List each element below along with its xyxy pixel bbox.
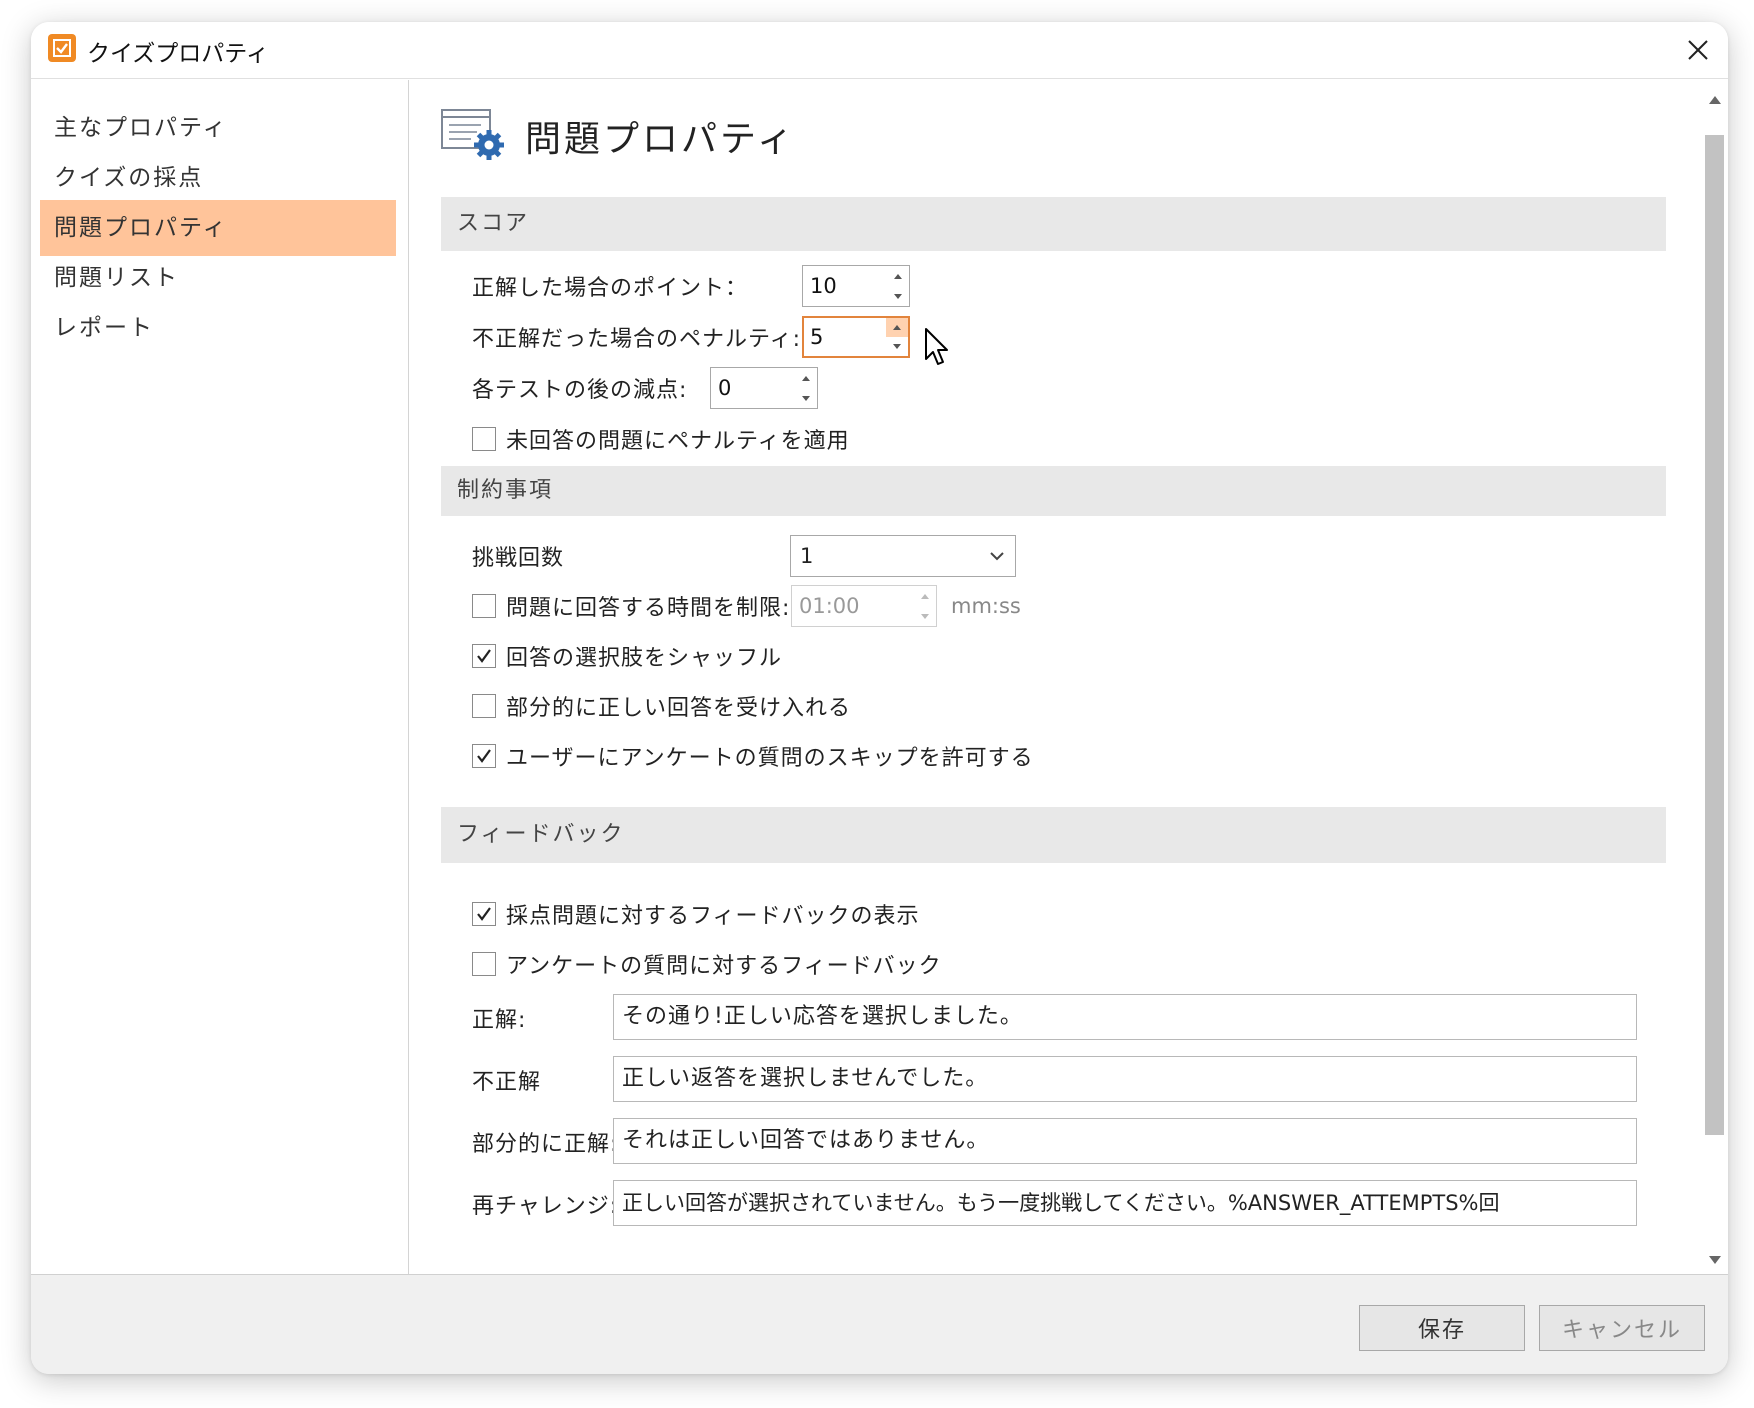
mouse-pointer-icon — [925, 328, 948, 365]
sidebar-item-question-properties[interactable]: 問題プロパティ — [40, 200, 396, 256]
shuffle-checkbox[interactable] — [472, 644, 496, 668]
page-title: 問題プロパティ — [525, 119, 796, 160]
skip-checkbox-row[interactable]: ユーザーにアンケートの質問のスキップを許可する — [472, 740, 1034, 772]
scroll-up-button[interactable] — [1707, 90, 1722, 110]
window-title: クイズプロパティ — [87, 41, 269, 67]
time-limit-value: 01:00 — [799, 594, 860, 618]
survey-feedback-label: アンケートの質問に対するフィードバック — [506, 954, 942, 979]
increment-button[interactable] — [795, 368, 817, 388]
correct-points-label: 正解した場合のポイント： — [472, 276, 749, 301]
question-properties-icon — [441, 109, 504, 160]
correct-points-value: 10 — [810, 274, 837, 298]
scroll-down-icon — [1708, 1256, 1721, 1264]
correct-points-stepper[interactable]: 10 — [802, 265, 910, 307]
scroll-thumb[interactable] — [1705, 135, 1724, 1135]
chevron-down-icon — [990, 552, 1004, 561]
show-graded-checkbox-row[interactable]: 採点問題に対するフィードバックの表示 — [472, 898, 920, 930]
section-header-restrictions: 制約事項 — [441, 466, 1666, 516]
increment-button[interactable] — [886, 318, 908, 337]
increment-button[interactable] — [887, 266, 909, 286]
sidebar-item-report[interactable]: レポート — [40, 300, 396, 356]
close-button[interactable] — [1676, 28, 1720, 72]
arrow-up-icon — [893, 325, 901, 330]
correct-feedback-label: 正解: — [472, 1008, 527, 1033]
retry-feedback-label: 再チャレンジ: — [472, 1194, 619, 1219]
deduction-value: 0 — [718, 376, 732, 400]
arrow-up-icon — [894, 273, 902, 279]
time-unit-label: mm:ss — [951, 594, 1021, 618]
content-pane: 問題プロパティ スコア 正解した場合のポイント： 10 不正解だった場合のペナル… — [410, 80, 1700, 1274]
app-checkbox-icon — [48, 34, 76, 62]
checkmark-icon — [477, 649, 491, 663]
time-limit-stepper[interactable]: 01:00 — [791, 585, 937, 627]
decrement-button[interactable] — [795, 388, 817, 408]
limit-time-checkbox-row[interactable]: 問題に回答する時間を制限: — [472, 590, 790, 622]
section-header-feedback: フィードバック — [441, 807, 1666, 863]
deduction-label: 各テストの後の減点: — [472, 378, 688, 403]
limit-time-label: 問題に回答する時間を制限: — [506, 596, 791, 621]
stepper-arrows — [914, 586, 936, 626]
incorrect-feedback-label: 不正解 — [472, 1070, 542, 1095]
survey-feedback-checkbox-row[interactable]: アンケートの質問に対するフィードバック — [472, 948, 942, 980]
checkmark-icon — [477, 749, 491, 763]
skip-checkbox[interactable] — [472, 744, 496, 768]
increment-button[interactable] — [914, 586, 936, 606]
penalty-label: 不正解だった場合のペナルティ: — [472, 327, 802, 352]
attempts-value: 1 — [800, 544, 814, 568]
scroll-up-icon — [1708, 96, 1721, 104]
stepper-arrows — [887, 266, 909, 306]
shuffle-label: 回答の選択肢をシャッフル — [506, 646, 783, 671]
sidebar-item-quiz-scoring[interactable]: クイズの採点 — [40, 150, 396, 206]
apply-penalty-checkbox[interactable] — [472, 427, 496, 451]
correct-feedback-input[interactable]: その通り!正しい応答を選択しました。 — [613, 994, 1637, 1040]
title-bar: クイズプロパティ — [31, 22, 1728, 79]
sidebar-item-main-properties[interactable]: 主なプロパティ — [40, 100, 396, 156]
penalty-stepper[interactable]: 5 — [802, 316, 910, 358]
show-graded-checkbox[interactable] — [472, 902, 496, 926]
stepper-arrows — [795, 368, 817, 408]
arrow-up-icon — [802, 375, 810, 381]
show-graded-label: 採点問題に対するフィードバックの表示 — [506, 904, 920, 929]
survey-feedback-checkbox[interactable] — [472, 952, 496, 976]
apply-penalty-checkbox-row[interactable]: 未回答の問題にペナルティを適用 — [472, 423, 850, 455]
vertical-scrollbar[interactable] — [1701, 80, 1728, 1274]
attempts-select[interactable]: 1 — [790, 535, 1016, 577]
penalty-value: 5 — [810, 325, 824, 349]
save-button[interactable]: 保存 — [1359, 1305, 1525, 1351]
quiz-properties-dialog: クイズプロパティ 主なプロパティ クイズの採点 問題プロパティ 問題リスト レポ… — [31, 22, 1728, 1374]
partial-feedback-input[interactable]: それは正しい回答ではありません。 — [613, 1118, 1637, 1164]
retry-feedback-input[interactable]: 正しい回答が選択されていません。もう一度挑戦してください。%ANSWER_ATT… — [613, 1180, 1637, 1226]
skip-label: ユーザーにアンケートの質問のスキップを許可する — [506, 746, 1034, 771]
arrow-up-icon — [921, 593, 929, 599]
decrement-button[interactable] — [914, 606, 936, 626]
stepper-arrows — [886, 318, 908, 356]
dialog-footer: 保存 キャンセル — [31, 1274, 1728, 1374]
arrow-down-icon — [894, 293, 902, 299]
decrement-button[interactable] — [887, 286, 909, 306]
partial-label: 部分的に正しい回答を受け入れる — [506, 696, 852, 721]
close-icon — [1688, 40, 1708, 60]
shuffle-checkbox-row[interactable]: 回答の選択肢をシャッフル — [472, 640, 782, 672]
sidebar-nav: 主なプロパティ クイズの採点 問題プロパティ 問題リスト レポート — [31, 80, 409, 1274]
partial-checkbox[interactable] — [472, 694, 496, 718]
checkmark-icon — [477, 907, 491, 921]
section-header-score: スコア — [441, 197, 1666, 251]
deduction-stepper[interactable]: 0 — [710, 367, 818, 409]
limit-time-checkbox[interactable] — [472, 594, 496, 618]
attempts-label: 挑戦回数 — [472, 546, 565, 571]
arrow-down-icon — [802, 395, 810, 401]
incorrect-feedback-input[interactable]: 正しい返答を選択しませんでした。 — [613, 1056, 1637, 1102]
sidebar-item-question-list[interactable]: 問題リスト — [40, 250, 396, 306]
arrow-down-icon — [921, 613, 929, 619]
partial-feedback-label: 部分的に正解: — [472, 1132, 619, 1157]
cancel-button[interactable]: キャンセル — [1539, 1305, 1705, 1351]
partial-checkbox-row[interactable]: 部分的に正しい回答を受け入れる — [472, 690, 851, 722]
decrement-button[interactable] — [886, 337, 908, 356]
arrow-down-icon — [893, 344, 901, 349]
scroll-down-button[interactable] — [1707, 1250, 1722, 1270]
apply-penalty-label: 未回答の問題にペナルティを適用 — [506, 429, 850, 454]
